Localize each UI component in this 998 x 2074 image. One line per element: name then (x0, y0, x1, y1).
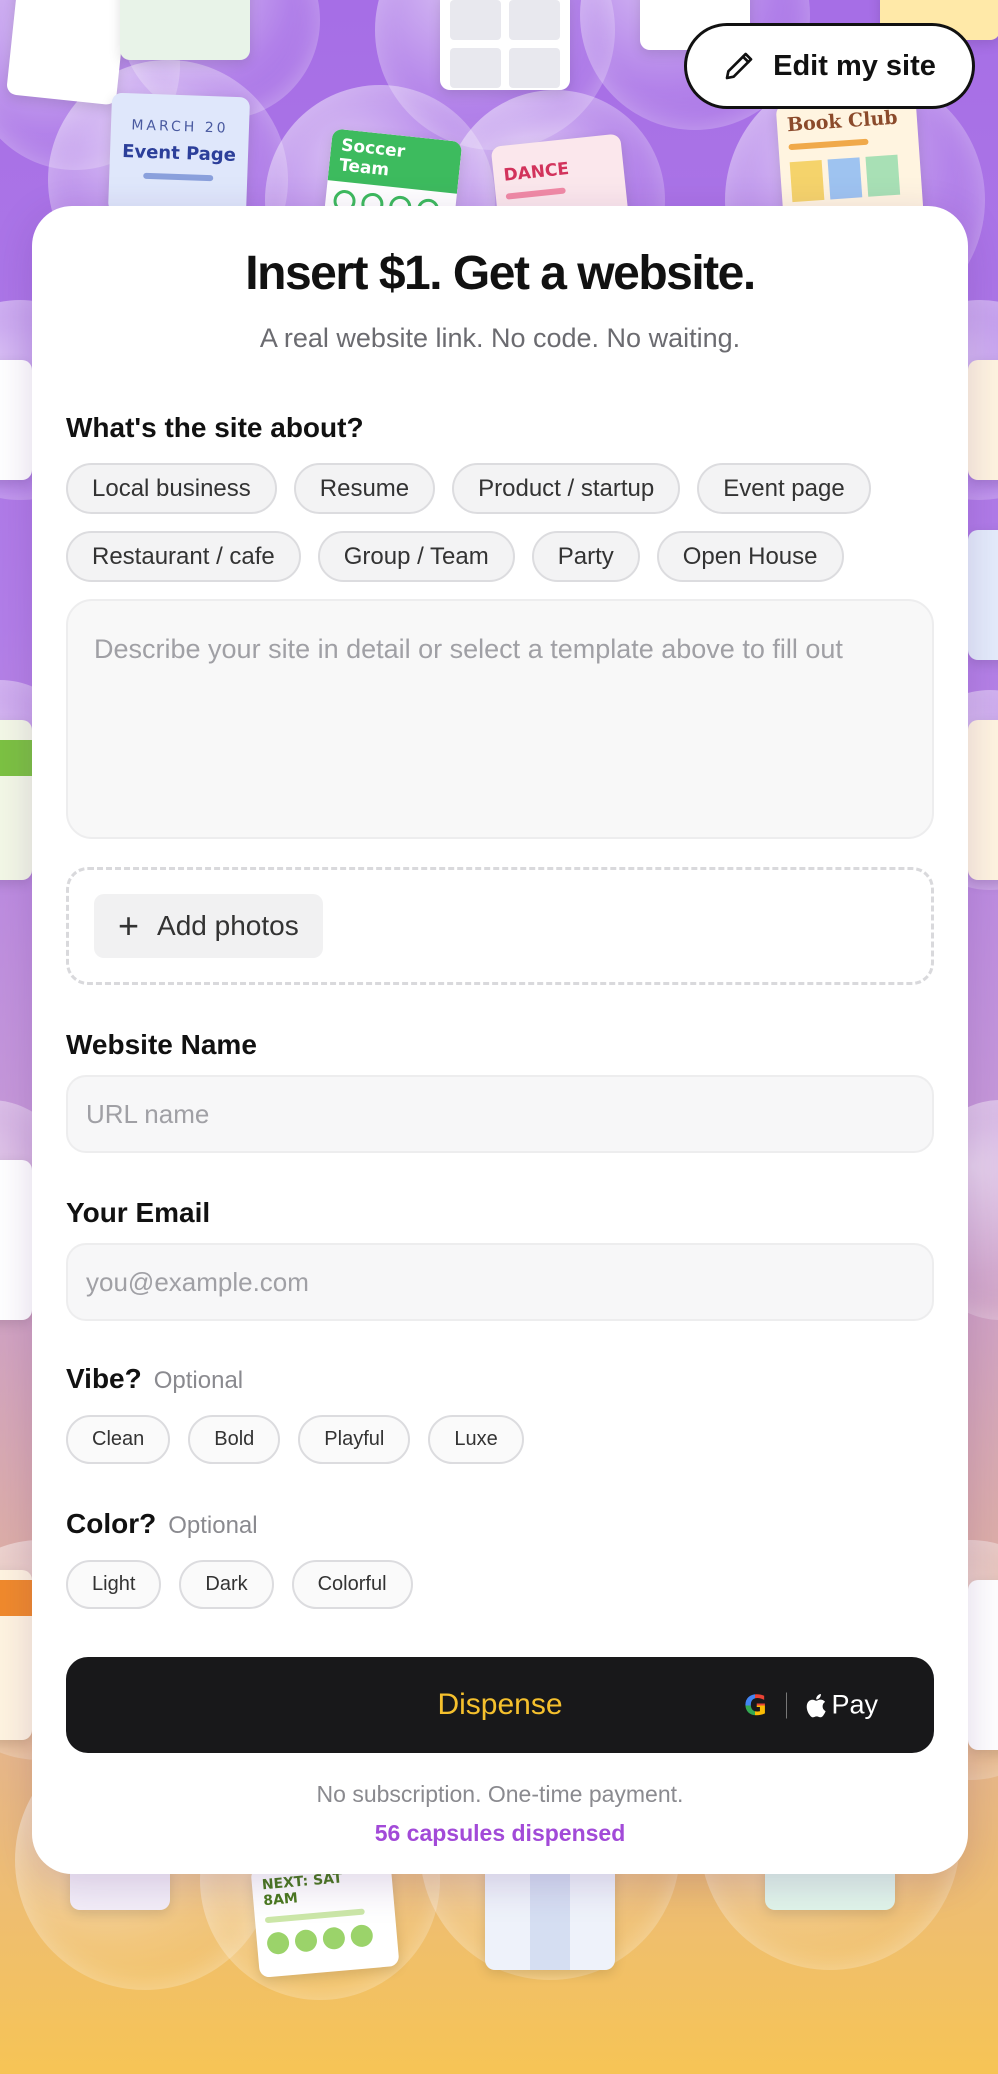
color-header: Color? Optional (66, 1508, 934, 1540)
chip-restaurant-cafe[interactable]: Restaurant / cafe (66, 531, 301, 582)
website-name-label: Website Name (66, 1029, 257, 1060)
pay-divider (786, 1692, 788, 1718)
add-photos-button[interactable]: + Add photos (94, 894, 323, 958)
dispense-label: Dispense (437, 1688, 563, 1721)
payment-methods: G Pay (740, 1690, 878, 1721)
chip-resume[interactable]: Resume (293, 463, 436, 514)
vibe-chip-clean[interactable]: Clean (66, 1415, 171, 1464)
vibe-label: Vibe? (66, 1363, 142, 1394)
site-builder-card: Insert $1. Get a website. A real website… (32, 206, 968, 1874)
topic-chip-row: Local business Resume Product / startup … (66, 463, 934, 514)
color-chip-light[interactable]: Light (66, 1560, 162, 1609)
edit-my-site-button[interactable]: Edit my site (684, 23, 975, 109)
template-card (440, 0, 570, 90)
topic-chip-row: Restaurant / cafe Group / Team Party Ope… (66, 531, 934, 582)
dispense-button[interactable]: Dispense G Pay (66, 1657, 934, 1753)
template-card (0, 720, 32, 880)
template-card (968, 1580, 998, 1750)
photo-drop-zone[interactable]: + Add photos (66, 867, 934, 985)
payment-footnote: No subscription. One-time payment. (316, 1781, 684, 1807)
template-card (968, 360, 998, 480)
next-game-card: NEXT: SAT 8AM (250, 1856, 400, 1978)
event-page-card: MARCH 20 Event Page (107, 92, 251, 218)
color-chip-dark[interactable]: Dark (179, 1560, 274, 1609)
template-card (968, 530, 998, 660)
apple-pay-badge: Pay (803, 1690, 878, 1721)
dance-title: DANCE (502, 159, 571, 186)
chip-product-startup[interactable]: Product / startup (452, 463, 681, 514)
email-label: Your Email (66, 1197, 211, 1228)
vibe-chip-bold[interactable]: Bold (188, 1415, 281, 1464)
page-title: Insert $1. Get a website. (245, 247, 756, 300)
chip-party[interactable]: Party (531, 531, 640, 582)
apple-pay-label: Pay (831, 1689, 878, 1720)
color-label: Color? (66, 1508, 157, 1539)
vibe-chip-row: Clean Bold Playful Luxe (66, 1415, 934, 1464)
template-card (968, 720, 998, 880)
edit-my-site-label: Edit my site (773, 49, 936, 82)
template-card (120, 0, 250, 60)
event-title: Event Page (121, 141, 237, 166)
vibe-header: Vibe? Optional (66, 1363, 934, 1395)
vibe-optional-label: Optional (153, 1367, 244, 1394)
color-optional-label: Optional (168, 1512, 258, 1539)
book-club-title: Book Club (786, 106, 899, 137)
color-chip-colorful[interactable]: Colorful (291, 1560, 413, 1609)
template-card (485, 1860, 615, 1970)
template-card (0, 360, 32, 480)
pencil-icon (725, 52, 753, 80)
template-card (6, 0, 128, 106)
plus-icon: + (118, 905, 140, 946)
google-pay-icon: G (740, 1690, 770, 1720)
color-chip-row: Light Dark Colorful (66, 1560, 934, 1609)
site-description-input[interactable] (66, 599, 934, 839)
website-name-input[interactable] (66, 1075, 934, 1153)
chip-group-team[interactable]: Group / Team (317, 531, 515, 582)
add-photos-label: Add photos (157, 910, 299, 941)
chip-event-page[interactable]: Event page (697, 463, 871, 514)
template-card (0, 1160, 32, 1320)
apple-icon (807, 1693, 827, 1717)
event-date: MARCH 20 (131, 117, 229, 137)
vibe-chip-playful[interactable]: Playful (298, 1415, 411, 1464)
chip-local-business[interactable]: Local business (66, 463, 277, 514)
capsules-counter: 56 capsules dispensed (374, 1820, 626, 1846)
vibe-chip-luxe[interactable]: Luxe (428, 1415, 524, 1464)
topic-label: What's the site about? (66, 412, 364, 443)
template-card (0, 1570, 32, 1740)
email-input[interactable] (66, 1243, 934, 1321)
chip-open-house[interactable]: Open House (656, 531, 844, 582)
page-subtitle: A real website link. No code. No waiting… (259, 323, 741, 353)
